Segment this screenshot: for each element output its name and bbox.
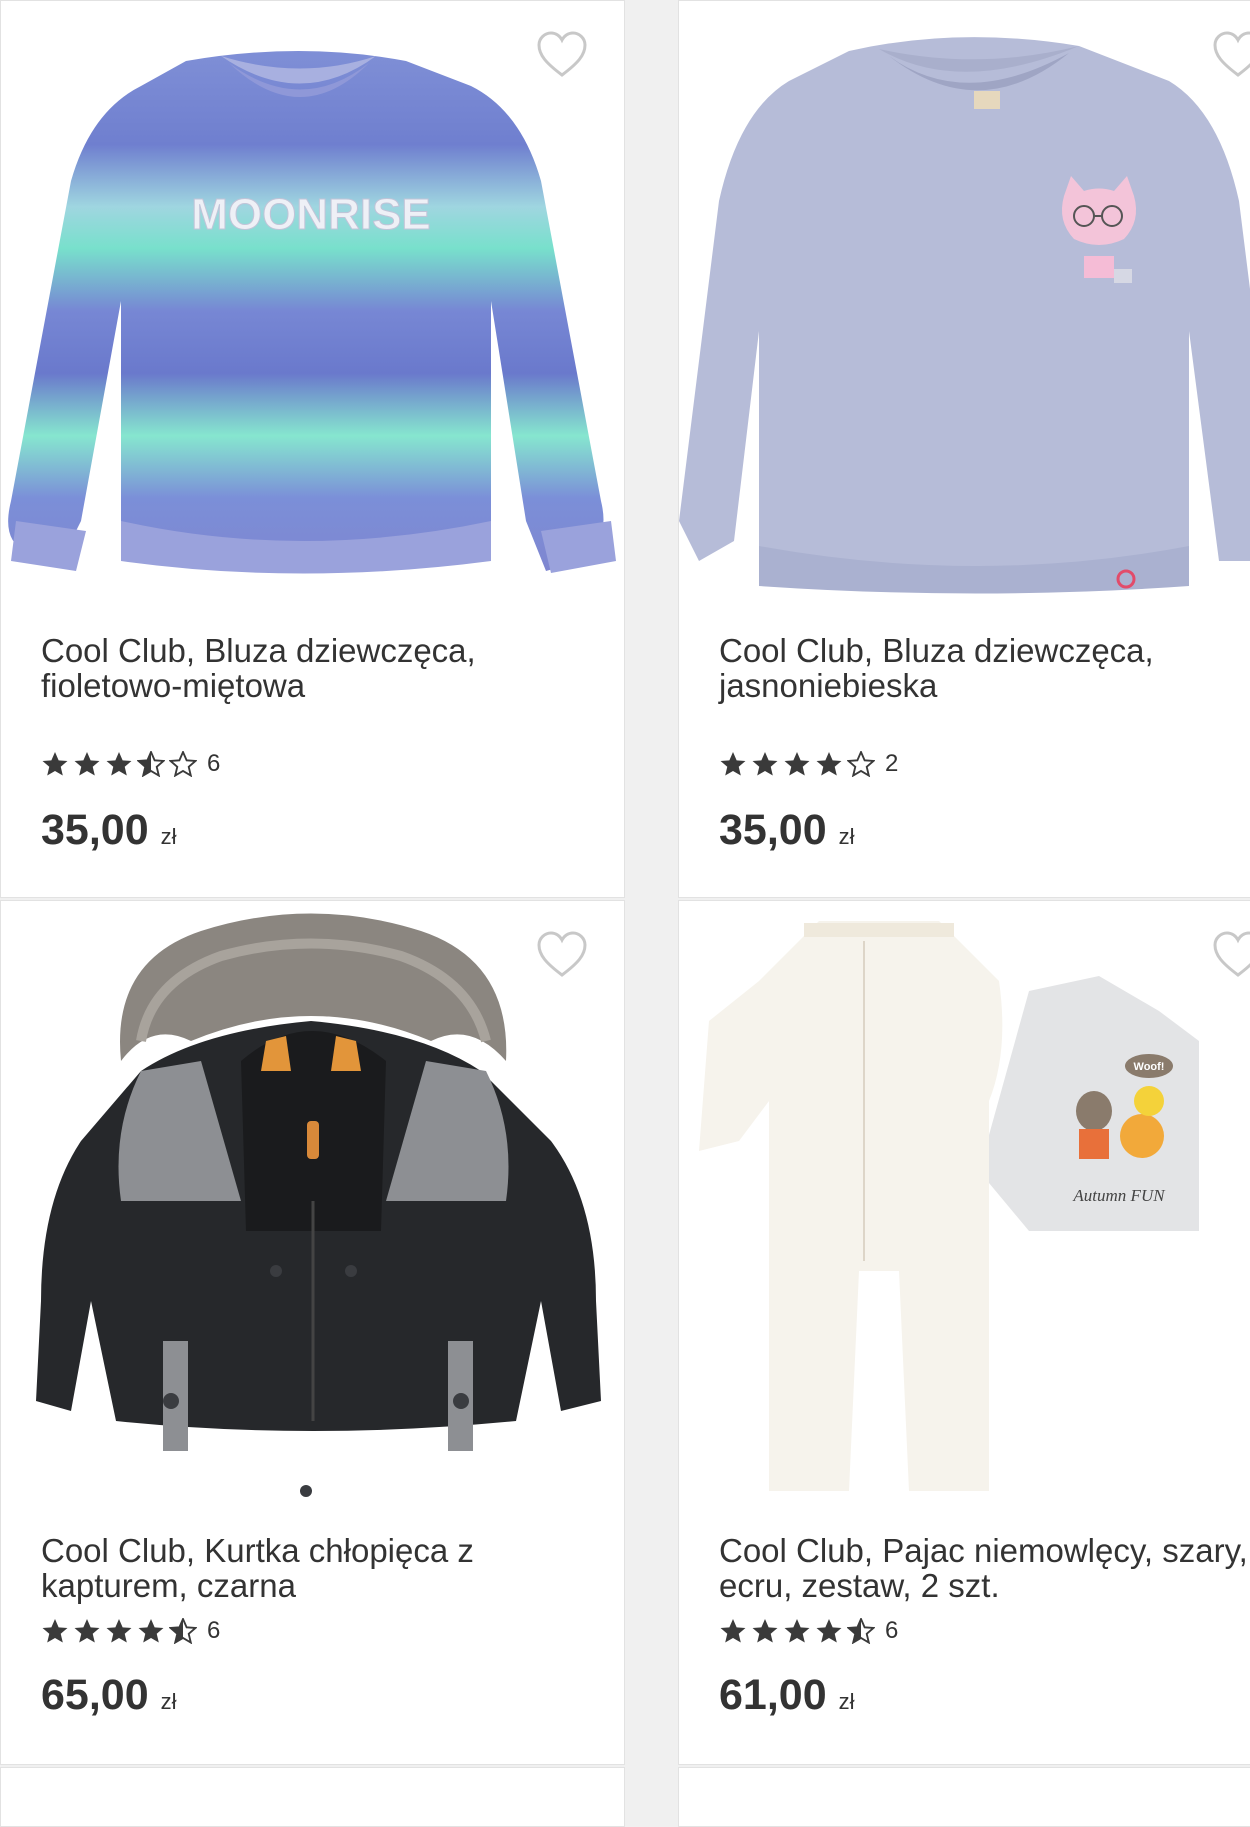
bubble-text: Woof! — [1134, 1061, 1165, 1073]
favorite-heart-icon[interactable] — [536, 931, 588, 979]
product-card[interactable] — [0, 1767, 625, 1827]
star-full-icon — [74, 752, 100, 776]
star-full-icon — [816, 1619, 842, 1643]
favorite-heart-icon[interactable] — [1212, 931, 1250, 979]
product-price: 35,00 zł — [41, 806, 177, 854]
star-full-icon — [752, 752, 778, 776]
product-card[interactable]: Cool Club, Bluza dziewczęca, jasnoniebie… — [678, 0, 1250, 898]
review-count: 6 — [207, 1617, 221, 1644]
review-count: 6 — [207, 750, 221, 777]
star-half-icon — [169, 1618, 197, 1644]
star-full-icon — [42, 752, 68, 776]
star-full-icon — [138, 1619, 164, 1643]
rating-stars: 6 — [41, 1614, 220, 1648]
rating-stars: 6 — [719, 1614, 898, 1648]
star-full-icon — [720, 752, 746, 776]
star-full-icon — [42, 1619, 68, 1643]
product-title[interactable]: Cool Club, Kurtka chłopięca z kapturem, … — [41, 1533, 474, 1603]
product-card[interactable]: MOONRISE Cool Club, Bluza dziewczęca, fi… — [0, 0, 625, 898]
product-image[interactable]: MOONRISE — [1, 1, 624, 601]
star-full-icon — [816, 752, 842, 776]
star-half-icon — [847, 1618, 875, 1644]
star-full-icon — [784, 1619, 810, 1643]
star-empty-icon — [169, 751, 197, 777]
product-image[interactable]: Woof! Autumn FUN — [679, 901, 1250, 1511]
review-count: 2 — [885, 750, 899, 777]
print-text: Autumn FUN — [1072, 1186, 1166, 1205]
product-title[interactable]: Cool Club, Bluza dziewczęca, jasnoniebie… — [719, 633, 1154, 703]
product-title[interactable]: Cool Club, Bluza dziewczęca, fioletowo-m… — [41, 633, 476, 703]
product-title[interactable]: Cool Club, Pajac niemowlęcy, szary, ecru… — [719, 1533, 1248, 1603]
product-image[interactable] — [1, 901, 624, 1511]
product-image[interactable] — [679, 1, 1250, 601]
product-card[interactable] — [678, 1767, 1250, 1827]
rating-stars: 2 — [719, 747, 898, 781]
star-half-icon — [137, 751, 165, 777]
product-card[interactable]: Woof! Autumn FUN Cool Club, Pajac niemow… — [678, 900, 1250, 1765]
star-full-icon — [106, 752, 132, 776]
product-price: 61,00 zł — [719, 1671, 855, 1719]
star-full-icon — [720, 1619, 746, 1643]
product-card[interactable]: Cool Club, Kurtka chłopięca z kapturem, … — [0, 900, 625, 1765]
star-full-icon — [752, 1619, 778, 1643]
favorite-heart-icon[interactable] — [1212, 31, 1250, 79]
product-price: 65,00 zł — [41, 1671, 177, 1719]
star-full-icon — [74, 1619, 100, 1643]
product-price: 35,00 zł — [719, 806, 855, 854]
star-empty-icon — [847, 751, 875, 777]
review-count: 6 — [885, 1617, 899, 1644]
star-full-icon — [106, 1619, 132, 1643]
print-text: MOONRISE — [191, 190, 431, 239]
rating-stars: 6 — [41, 747, 220, 781]
star-full-icon — [784, 752, 810, 776]
favorite-heart-icon[interactable] — [536, 31, 588, 79]
